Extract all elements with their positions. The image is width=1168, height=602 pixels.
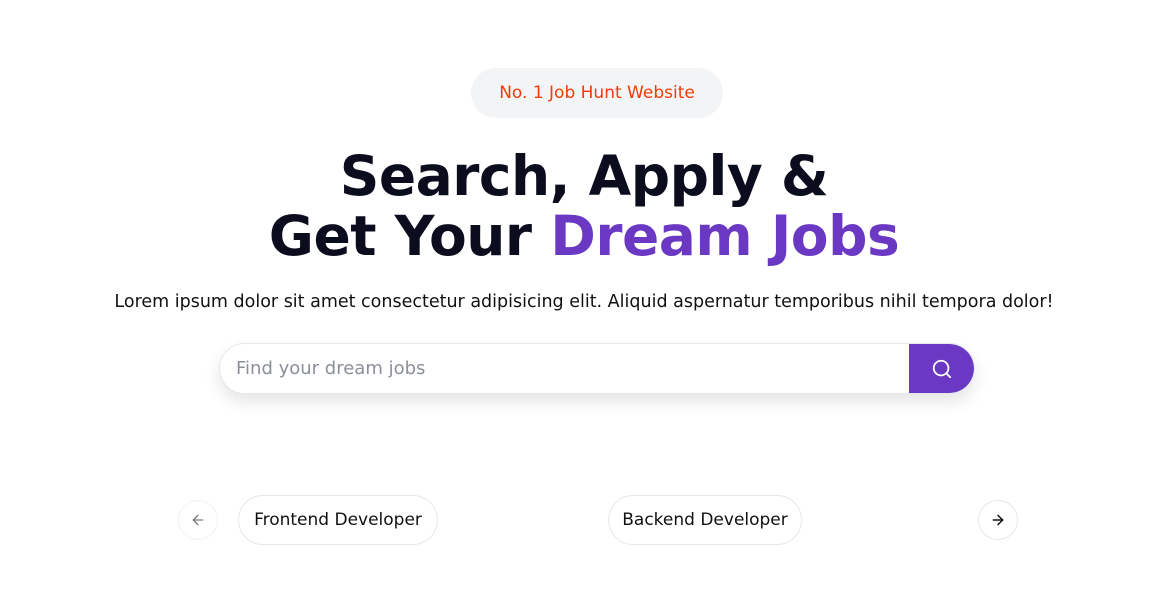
category-chip-frontend-developer[interactable]: Frontend Developer [238, 495, 438, 545]
search-input[interactable] [220, 344, 909, 393]
arrow-left-icon [190, 512, 206, 528]
hero-headline: Search, Apply & Get Your Dream Jobs [0, 146, 1168, 266]
search-bar [219, 343, 975, 394]
category-chip-backend-developer[interactable]: Backend Developer [608, 495, 802, 545]
headline-line-2-prefix: Get Your [268, 204, 551, 268]
hero-section: No. 1 Job Hunt Website Search, Apply & G… [0, 0, 1168, 602]
hero-badge: No. 1 Job Hunt Website [471, 68, 723, 118]
hero-subtitle: Lorem ipsum dolor sit amet consectetur a… [114, 292, 1054, 312]
search-icon [931, 358, 953, 380]
arrow-right-icon [990, 512, 1006, 528]
carousel-next-button[interactable] [978, 500, 1018, 540]
headline-line-1: Search, Apply & [339, 144, 829, 208]
headline-accent: Dream Jobs [550, 204, 900, 268]
carousel-prev-button[interactable] [178, 500, 218, 540]
search-button[interactable] [909, 344, 974, 393]
